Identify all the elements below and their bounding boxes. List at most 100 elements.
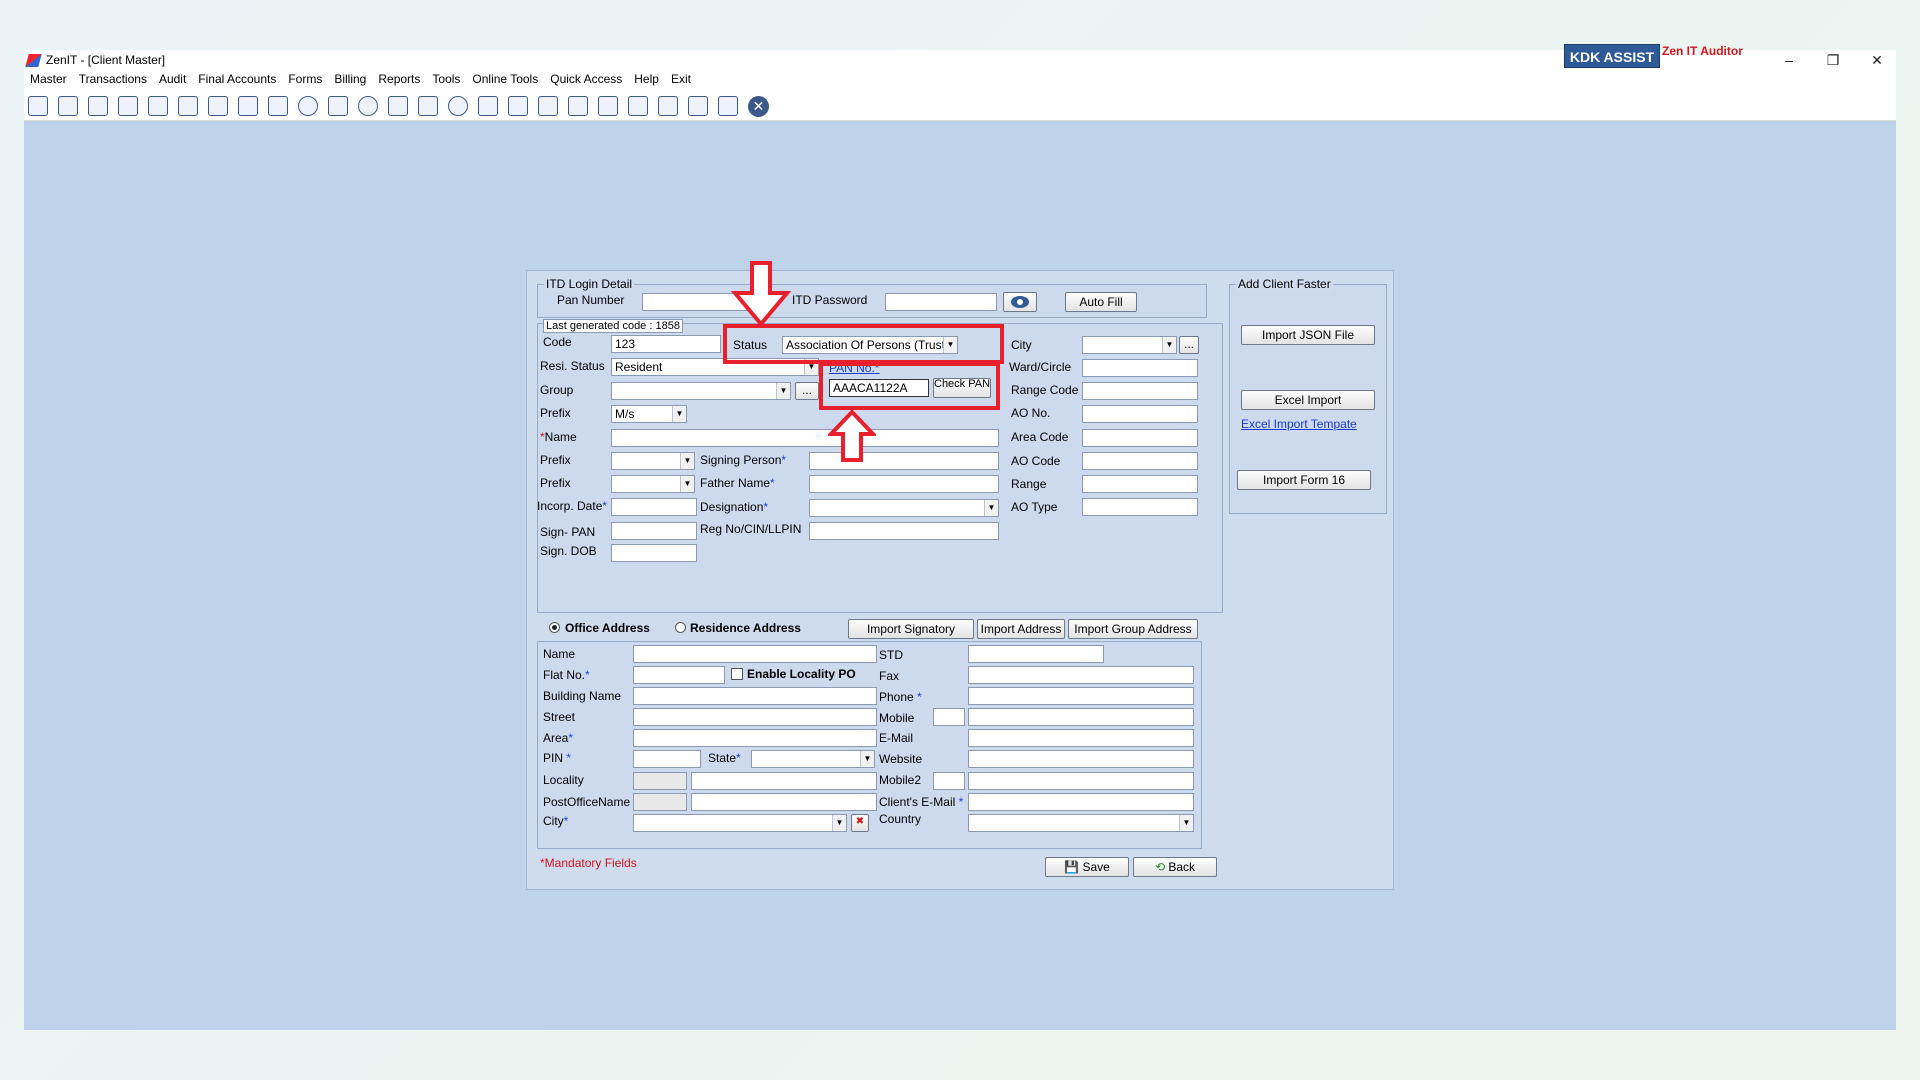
- menu-billing[interactable]: Billing: [334, 72, 366, 86]
- itd-password-input[interactable]: [885, 293, 997, 311]
- calculator-icon[interactable]: [328, 96, 348, 116]
- close-icon[interactable]: ✕: [1868, 52, 1886, 69]
- range-code-input[interactable]: [1082, 382, 1198, 400]
- phone-input[interactable]: [968, 687, 1194, 705]
- post-office-code-input[interactable]: [633, 793, 687, 811]
- prefix2-select[interactable]: ▼: [611, 452, 695, 470]
- city-more-button[interactable]: ...: [1179, 336, 1199, 354]
- group-more-button[interactable]: ...: [795, 382, 819, 400]
- menu-exit[interactable]: Exit: [671, 72, 691, 86]
- form-icon[interactable]: [718, 96, 738, 116]
- auto-fill-button[interactable]: Auto Fill: [1065, 292, 1137, 312]
- back-button[interactable]: ⟲ Back: [1133, 857, 1217, 877]
- client-email-input[interactable]: [968, 793, 1194, 811]
- code-input[interactable]: 123: [611, 335, 721, 353]
- sign-pan-input[interactable]: [611, 522, 697, 540]
- filter-icon[interactable]: [238, 96, 258, 116]
- website-input[interactable]: [968, 750, 1194, 768]
- restore-icon[interactable]: ❐: [1824, 52, 1842, 69]
- prefix3-select[interactable]: ▼: [611, 475, 695, 493]
- import-signatory-button[interactable]: Import Signatory: [848, 619, 974, 639]
- father-name-input[interactable]: [809, 475, 999, 493]
- prefix-select[interactable]: M/s ▼: [611, 405, 687, 423]
- minimize-icon[interactable]: –: [1780, 52, 1798, 68]
- excel-import-button[interactable]: Excel Import: [1241, 390, 1375, 410]
- residence-address-radio[interactable]: [675, 622, 686, 633]
- menu-online-tools[interactable]: Online Tools: [472, 72, 538, 86]
- pie-chart-icon[interactable]: [358, 96, 378, 116]
- menu-master[interactable]: Master: [30, 72, 67, 86]
- ward-circle-input[interactable]: [1082, 359, 1198, 377]
- sign-dob-input[interactable]: [611, 544, 697, 562]
- street-input[interactable]: [633, 708, 877, 726]
- office-address-label[interactable]: Office Address: [565, 621, 650, 635]
- excel-template-link[interactable]: Excel Import Tempate: [1241, 417, 1357, 431]
- menu-transactions[interactable]: Transactions: [79, 72, 147, 86]
- balance-sheet-icon[interactable]: [628, 96, 648, 116]
- std-input[interactable]: [968, 645, 1104, 663]
- client-master-icon[interactable]: [28, 96, 48, 116]
- pay-icon[interactable]: [388, 96, 408, 116]
- mobile-input[interactable]: [968, 708, 1194, 726]
- show-password-button[interactable]: [1003, 292, 1037, 312]
- ao-code-input[interactable]: [1082, 452, 1198, 470]
- mobile2-code-input[interactable]: [933, 772, 965, 790]
- group-select[interactable]: ▼: [611, 382, 791, 400]
- state-select[interactable]: ▼: [751, 750, 875, 768]
- email-input[interactable]: [968, 729, 1194, 747]
- enable-locality-label[interactable]: Enable Locality PO: [747, 667, 856, 681]
- incorp-date-input[interactable]: [611, 498, 697, 516]
- locality-input[interactable]: [691, 772, 877, 790]
- fax-input[interactable]: [968, 666, 1194, 684]
- designation-select[interactable]: ▼: [809, 499, 999, 517]
- residence-address-label[interactable]: Residence Address: [690, 621, 801, 635]
- menu-audit[interactable]: Audit: [159, 72, 186, 86]
- tools-icon[interactable]: [208, 96, 228, 116]
- kdk-assist-logo[interactable]: KDK ASSIST: [1564, 44, 1660, 68]
- city-clear-button[interactable]: ✖: [851, 814, 869, 832]
- book-icon[interactable]: [418, 96, 438, 116]
- ao-type-input[interactable]: [1082, 498, 1198, 516]
- mobile2-input[interactable]: [968, 772, 1194, 790]
- robot-icon[interactable]: [658, 96, 678, 116]
- calendar-icon[interactable]: [538, 96, 558, 116]
- import-json-button[interactable]: Import JSON File: [1241, 325, 1375, 345]
- save-button[interactable]: 💾 Save: [1045, 857, 1129, 877]
- import-form16-button[interactable]: Import Form 16: [1237, 470, 1371, 490]
- post-office-input[interactable]: [691, 793, 877, 811]
- menu-forms[interactable]: Forms: [288, 72, 322, 86]
- office-address-radio[interactable]: [549, 622, 560, 633]
- building-name-input[interactable]: [633, 687, 877, 705]
- enable-locality-checkbox[interactable]: [731, 668, 743, 680]
- info-icon[interactable]: [448, 96, 468, 116]
- building-icon[interactable]: [88, 96, 108, 116]
- ao-no-input[interactable]: [1082, 405, 1198, 423]
- menu-help[interactable]: Help: [634, 72, 659, 86]
- sco-icon[interactable]: [688, 96, 708, 116]
- menu-reports[interactable]: Reports: [378, 72, 420, 86]
- addr-city-select[interactable]: ▼: [633, 814, 847, 832]
- name-input[interactable]: [611, 429, 999, 447]
- document-icon[interactable]: [508, 96, 528, 116]
- menu-final-accounts[interactable]: Final Accounts: [198, 72, 276, 86]
- locality-code-input[interactable]: [633, 772, 687, 790]
- area-code-input[interactable]: [1082, 429, 1198, 447]
- bar-chart-icon[interactable]: [118, 96, 138, 116]
- gift-icon[interactable]: [148, 96, 168, 116]
- close-toolbar-icon[interactable]: ✕: [748, 96, 769, 117]
- addr-name-input[interactable]: [633, 645, 877, 663]
- users-icon[interactable]: [178, 96, 198, 116]
- city-select[interactable]: ▼: [1082, 336, 1177, 354]
- reg-no-input[interactable]: [809, 522, 999, 540]
- tax-icon[interactable]: [268, 96, 288, 116]
- country-select[interactable]: ▼: [968, 814, 1194, 832]
- home-icon[interactable]: [58, 96, 78, 116]
- disc-icon[interactable]: [298, 96, 318, 116]
- menu-tools[interactable]: Tools: [432, 72, 460, 86]
- mobile-code-input[interactable]: [933, 708, 965, 726]
- flat-no-input[interactable]: [633, 666, 725, 684]
- import-group-address-button[interactable]: Import Group Address: [1068, 619, 1198, 639]
- menu-quick-access[interactable]: Quick Access: [550, 72, 622, 86]
- area-input[interactable]: [633, 729, 877, 747]
- range-input[interactable]: [1082, 475, 1198, 493]
